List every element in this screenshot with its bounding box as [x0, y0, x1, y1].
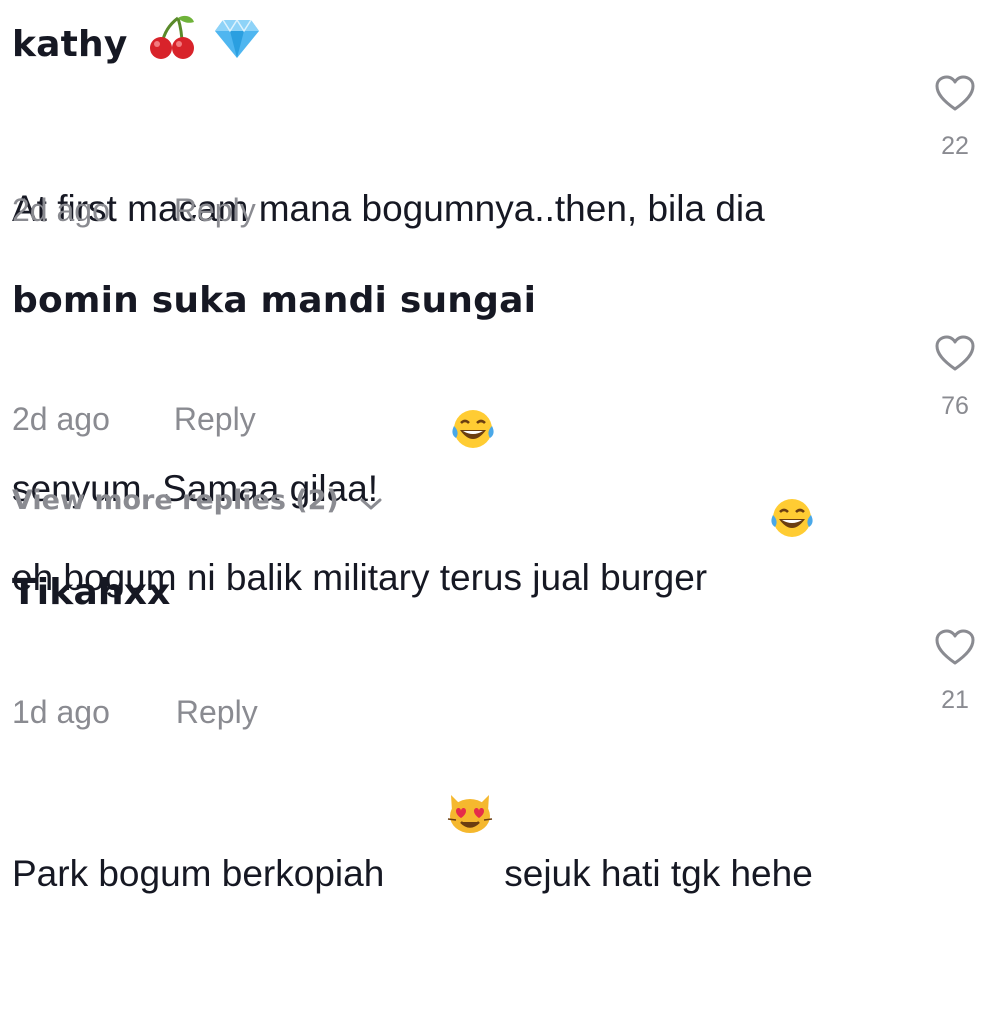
comment-username[interactable]: Tikahxx [12, 572, 171, 613]
heart-eyes-cat-icon [384, 734, 494, 908]
comment-text-segment: sejuk hati tgk hehe [493, 853, 813, 894]
heart-icon [930, 334, 980, 372]
like-count: 21 [941, 686, 969, 714]
comment-meta: 2d ago Reply [12, 192, 256, 229]
comment-username[interactable]: bomin suka mandi sungai [12, 280, 536, 321]
username-text: bomin suka mandi sungai [12, 280, 537, 321]
comment-text-segment: Park bogum berkopiah [12, 853, 385, 894]
comment-username[interactable]: kathy [12, 14, 261, 69]
reply-button[interactable]: Reply [176, 694, 258, 731]
comment-timestamp: 2d ago [12, 192, 110, 228]
comment-text-line: Park bogum berkopiah sejuk hati tgk hehe [12, 734, 872, 908]
view-more-replies-button[interactable]: View more replies (2) [12, 485, 382, 516]
like-count: 76 [941, 392, 969, 420]
like-count: 22 [941, 132, 969, 160]
comment-timestamp: 2d ago [12, 401, 110, 437]
face-with-tears-of-joy-icon [707, 440, 815, 612]
reply-button[interactable]: Reply [174, 401, 256, 438]
like-button[interactable]: 22 [930, 74, 980, 160]
comment-meta: 1d ago Reply [12, 694, 258, 731]
diamond-icon [213, 16, 261, 69]
view-more-replies-label: View more replies (2) [12, 485, 339, 516]
comment-timestamp: 1d ago [12, 694, 110, 730]
comment-text: Park bogum berkopiah sejuk hati tgk hehe [12, 620, 872, 1022]
like-button[interactable]: 21 [930, 628, 980, 714]
reply-button[interactable]: Reply [174, 192, 256, 229]
heart-icon [930, 74, 980, 112]
cherry-icon [148, 14, 198, 69]
username-text: Tikahxx [12, 572, 171, 613]
chevron-down-icon [348, 485, 382, 516]
heart-icon [930, 628, 980, 666]
comment-meta: 2d ago Reply [12, 401, 256, 438]
username-text: kathy [12, 24, 128, 65]
like-button[interactable]: 76 [930, 334, 980, 420]
